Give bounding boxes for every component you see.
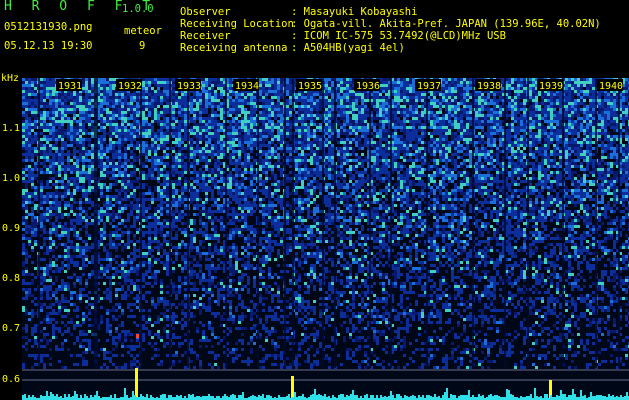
axis-tick-0-9: 0.9 xyxy=(2,223,21,234)
meteor-echo xyxy=(291,376,294,400)
header-panel: H R O F F T 1.0.0 0512131930.png meteor … xyxy=(0,0,629,78)
frequency-axis: kHz 1.1 1.0 0.9 0.8 0.7 0.6 xyxy=(0,74,22,400)
info-value-receiver: : ICOM IC-575 53.7492(@LCD)MHz USB xyxy=(291,30,506,42)
axis-tick-1-0: 1.0 xyxy=(2,173,21,184)
info-label-location: Receiving Location xyxy=(180,18,294,30)
info-value-location: : Ogata-vill. Akita-Pref. JAPAN (139.96E… xyxy=(291,18,601,30)
axis-tick-0-7: 0.7 xyxy=(2,323,21,334)
meteor-label: meteor xyxy=(124,25,162,37)
spectrogram[interactable]: 1931 1932 1933 1934 1935 1936 1937 1938 1939 1940 xyxy=(22,78,629,400)
axis-tick-0-6: 0.6 xyxy=(2,374,21,385)
time-label: 1940 xyxy=(599,81,623,92)
meteor-echo xyxy=(291,332,293,335)
time-label: 1937 xyxy=(417,81,441,92)
time-label: 1934 xyxy=(235,81,259,92)
info-label-observer: Observer xyxy=(180,6,231,18)
file-name: 0512131930.png xyxy=(4,21,93,33)
app-version: 1.0.0 xyxy=(122,3,154,15)
info-label-antenna: Receiving antenna xyxy=(180,42,288,54)
time-label: 1938 xyxy=(477,81,501,92)
info-label-receiver: Receiver xyxy=(180,30,231,42)
meteor-echo xyxy=(136,334,139,338)
time-label: 1936 xyxy=(356,81,380,92)
axis-unit-label: kHz xyxy=(1,73,20,84)
info-value-observer: : Masayuki Kobayashi xyxy=(291,6,418,18)
axis-tick-0-8: 0.8 xyxy=(2,273,21,284)
time-label: 1935 xyxy=(298,81,322,92)
meteor-count: 9 xyxy=(139,40,146,52)
axis-tick-1-1: 1.1 xyxy=(2,123,21,134)
info-value-antenna: : A504HB(yagi 4el) xyxy=(291,42,405,54)
time-label: 1931 xyxy=(58,81,82,92)
file-datetime: 05.12.13 19:30 xyxy=(4,40,93,52)
time-label: 1933 xyxy=(177,81,201,92)
time-label: 1939 xyxy=(539,81,563,92)
time-label: 1932 xyxy=(118,81,142,92)
